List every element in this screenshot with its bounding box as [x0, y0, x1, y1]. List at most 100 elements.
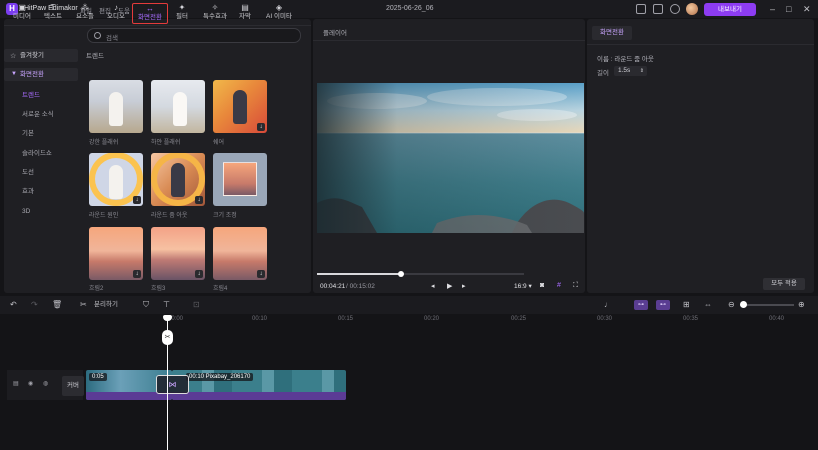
- transition-thumb[interactable]: [151, 80, 205, 133]
- progress-handle[interactable]: [398, 271, 404, 277]
- sidebar-item-effect[interactable]: 효과: [4, 185, 78, 198]
- zoom-slider[interactable]: [740, 304, 794, 306]
- maximize-icon[interactable]: □: [786, 4, 791, 14]
- transition-label: 흐림3: [151, 286, 166, 292]
- split-button[interactable]: 분리하기: [94, 300, 118, 310]
- microphone-icon[interactable]: ♩: [604, 300, 612, 310]
- zoom-out-icon[interactable]: ⊖: [728, 300, 735, 310]
- next-frame-icon[interactable]: ▸: [462, 282, 466, 290]
- track-mute-icon[interactable]: ◍: [43, 380, 48, 387]
- zoom-in-icon[interactable]: ⊕: [798, 300, 805, 310]
- clip-duration: 0:05: [89, 373, 107, 381]
- play-icon[interactable]: ▶: [447, 282, 452, 290]
- tab-ai[interactable]: ◈ AI 이미타: [261, 3, 297, 24]
- split-handle-icon[interactable]: ✂: [162, 330, 173, 345]
- sidebar-item-3d[interactable]: 3D: [4, 205, 78, 218]
- fullscreen-icon[interactable]: ⛶: [573, 282, 578, 290]
- cover-button[interactable]: 커버: [62, 376, 84, 396]
- transition-thumb[interactable]: ↓: [89, 227, 143, 280]
- duration-value: 1.5s: [618, 67, 631, 74]
- text-box-icon[interactable]: ⊤: [163, 300, 170, 310]
- message-icon[interactable]: [653, 4, 663, 14]
- ruler-tick: 00:20: [424, 316, 440, 322]
- search-input[interactable]: 검색: [87, 28, 301, 43]
- minimize-icon[interactable]: –: [770, 4, 775, 14]
- sidebar-item-new[interactable]: 서로운 소식: [4, 108, 78, 121]
- audio-icon: ♪: [114, 3, 118, 12]
- gallery-icon[interactable]: [636, 4, 646, 14]
- sidebar-item-trend[interactable]: 트렌드: [4, 89, 78, 102]
- apply-all-button[interactable]: 모두 적용: [763, 278, 805, 290]
- bride-figure: [109, 92, 123, 126]
- snapshot-icon[interactable]: ◙: [540, 282, 544, 289]
- scissors-icon[interactable]: ✂: [80, 300, 87, 310]
- split-view-icon[interactable]: ⊞: [683, 300, 690, 310]
- bride-figure: [109, 165, 123, 199]
- tab-label: 필터: [176, 13, 188, 20]
- tab-transition-properties[interactable]: 화면전환: [592, 26, 632, 40]
- transition-label: 크기 조정: [213, 213, 237, 219]
- fit-icon[interactable]: ⇔: [704, 300, 712, 310]
- undo-icon[interactable]: ↶: [10, 300, 17, 310]
- timeline-ruler[interactable]: [85, 316, 818, 326]
- tab-subtitles[interactable]: ▤ 자막: [230, 3, 260, 24]
- transition-label: 쉐어: [213, 140, 225, 146]
- sidebar-item-line[interactable]: 도선: [4, 166, 78, 179]
- ruler-tick: 00:40: [769, 316, 785, 322]
- text-icon: T: [50, 3, 56, 12]
- sidebar-label: 화면전환: [20, 71, 44, 78]
- ruler-tick: 00:30: [597, 316, 613, 322]
- ruler-tick: 00:15: [338, 316, 354, 322]
- export-label: 내보내기: [718, 6, 742, 13]
- track-lock-icon[interactable]: ▤: [13, 380, 19, 387]
- clip-title: 00:10 Pixabay_206170: [186, 373, 254, 381]
- tab-media[interactable]: ▣ 미디어: [7, 3, 37, 24]
- transition-thumb[interactable]: ↓: [89, 153, 143, 206]
- current-time: 00:04:21: [320, 283, 346, 290]
- magnet-icon[interactable]: ⊷: [656, 300, 670, 310]
- track-visible-icon[interactable]: ◉: [28, 380, 33, 387]
- duration-stepper[interactable]: 1.5s ⇕: [614, 66, 647, 76]
- transition-thumb[interactable]: ↓: [151, 227, 205, 280]
- export-button[interactable]: 내보내기: [704, 3, 756, 16]
- grid-icon[interactable]: #: [557, 282, 561, 289]
- model-figure: [233, 90, 247, 124]
- tab-effects[interactable]: ✧ 특수효과: [198, 3, 232, 24]
- download-icon: ↓: [195, 196, 203, 204]
- search-placeholder: 검색: [106, 35, 118, 42]
- sidebar-item-basic[interactable]: 기본: [4, 127, 78, 140]
- link-clips-icon[interactable]: ⊶: [634, 300, 648, 310]
- timeline-clip[interactable]: 00:10 Pixabay_206170: [172, 370, 346, 400]
- divider: [313, 40, 585, 41]
- delete-icon[interactable]: 🗑: [52, 300, 62, 310]
- tab-text[interactable]: T 텍스트: [38, 3, 68, 24]
- redo-icon[interactable]: ↷: [31, 300, 38, 310]
- transition-thumb[interactable]: [89, 80, 143, 133]
- avatar[interactable]: [686, 3, 698, 15]
- prev-frame-icon[interactable]: ◂: [431, 282, 435, 290]
- crop-icon[interactable]: ⊡: [193, 300, 200, 310]
- video-preview[interactable]: [317, 83, 584, 233]
- subtitle-icon: ▤: [241, 3, 249, 12]
- transition-marker[interactable]: ⋈: [156, 375, 189, 394]
- transition-thumb[interactable]: ↓: [151, 153, 205, 206]
- search-icon: [94, 32, 101, 39]
- video-frame: [317, 83, 584, 233]
- tab-filters[interactable]: ✦ 필터: [167, 3, 197, 24]
- transition-thumb[interactable]: [213, 153, 267, 206]
- aspect-ratio-select[interactable]: 16:9 ▾: [514, 282, 532, 290]
- progress-fill: [317, 273, 401, 275]
- caret-down-icon: ▼: [11, 71, 17, 77]
- tab-transitions[interactable]: ↔ 화면전환: [132, 3, 168, 24]
- transition-thumb[interactable]: ↓: [213, 80, 267, 133]
- zoom-handle[interactable]: [740, 301, 747, 308]
- divider: [4, 25, 311, 26]
- download-icon[interactable]: [670, 4, 680, 14]
- tab-audio[interactable]: ♪ 오디오: [101, 3, 131, 24]
- close-icon[interactable]: ✕: [803, 4, 811, 14]
- tab-elements[interactable]: ⁂ 요소들: [70, 3, 100, 24]
- download-icon: ↓: [133, 270, 141, 278]
- sidebar-item-slideshow[interactable]: 슬라이드쇼: [4, 147, 78, 160]
- transition-thumb[interactable]: ↓: [213, 227, 267, 280]
- marker-icon[interactable]: ⛉: [143, 300, 149, 310]
